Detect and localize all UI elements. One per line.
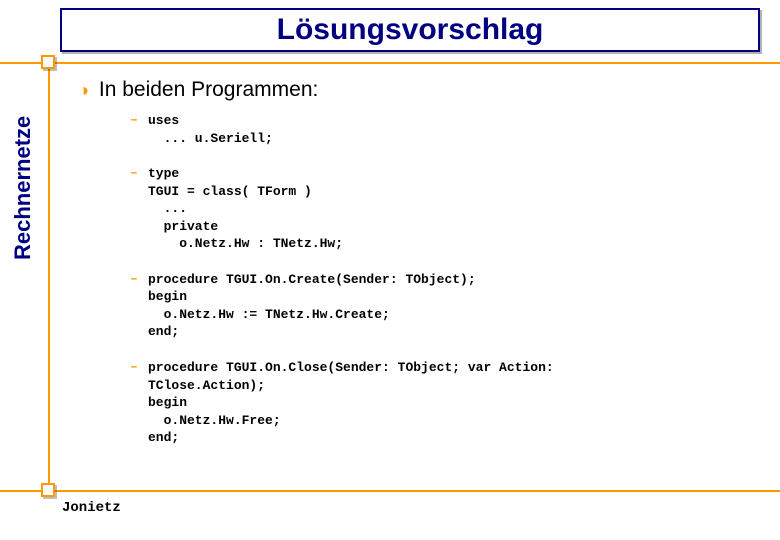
title-box: Lösungsvorschlag: [60, 8, 760, 52]
arrow-icon: ◗: [80, 80, 91, 101]
list-item: – type TGUI = class( TForm ) ... private…: [130, 165, 760, 253]
page-title: Lösungsvorschlag: [277, 13, 544, 47]
code-block: procedure TGUI.On.Close(Sender: TObject;…: [148, 359, 554, 447]
code-block: procedure TGUI.On.Create(Sender: TObject…: [148, 271, 476, 341]
divider-top: [0, 62, 780, 64]
sidebar-label: Rechnernetze: [10, 116, 36, 260]
dash-icon: –: [130, 271, 148, 341]
list-item: – uses ... u.Seriell;: [130, 112, 760, 147]
bullet-text: In beiden Programmen:: [99, 78, 318, 102]
dash-icon: –: [130, 165, 148, 253]
node-icon: [41, 483, 55, 497]
dash-icon: –: [130, 112, 148, 147]
divider-vertical: [48, 60, 50, 490]
list-item: – procedure TGUI.On.Close(Sender: TObjec…: [130, 359, 760, 447]
divider-bottom: [0, 490, 780, 492]
list-item: – procedure TGUI.On.Create(Sender: TObje…: [130, 271, 760, 341]
node-icon: [41, 55, 55, 69]
content-area: ◗ In beiden Programmen: – uses ... u.Ser…: [80, 78, 760, 465]
footer-author: Jonietz: [62, 500, 121, 516]
code-block: type TGUI = class( TForm ) ... private o…: [148, 165, 343, 253]
code-block: uses ... u.Seriell;: [148, 112, 273, 147]
bullet-line: ◗ In beiden Programmen:: [80, 78, 760, 102]
dash-icon: –: [130, 359, 148, 447]
